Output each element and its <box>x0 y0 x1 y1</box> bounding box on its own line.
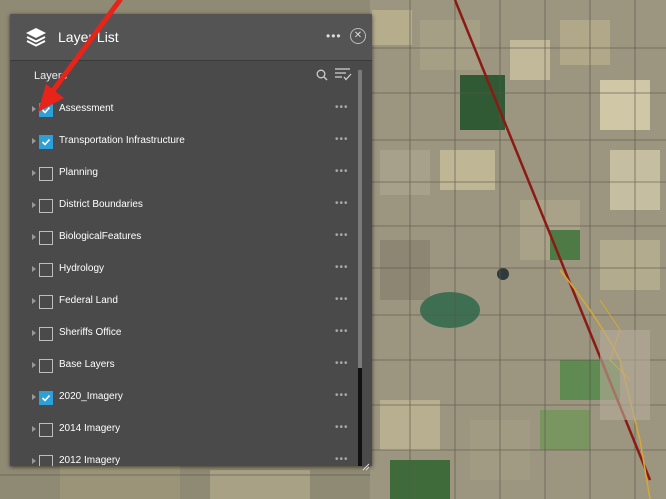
layer-options-button[interactable]: ••• <box>335 198 349 209</box>
layer-label: BiologicalFeatures <box>59 231 142 242</box>
caret-right-icon[interactable] <box>32 394 36 400</box>
layer-row[interactable]: Planning ••• <box>10 158 360 190</box>
layer-row[interactable]: District Boundaries ••• <box>10 190 360 222</box>
layer-label: Sheriffs Office <box>59 327 122 338</box>
layer-visibility-checkbox[interactable] <box>39 327 53 341</box>
close-button[interactable]: ✕ <box>350 28 366 44</box>
layer-row[interactable]: Transportation Infrastructure ••• <box>10 126 360 158</box>
layer-visibility-checkbox[interactable] <box>39 423 53 437</box>
layer-options-button[interactable]: ••• <box>335 166 349 177</box>
caret-right-icon[interactable] <box>32 266 36 272</box>
layer-label: District Boundaries <box>59 199 143 210</box>
checkmark-icon <box>41 106 51 114</box>
caret-right-icon[interactable] <box>32 362 36 368</box>
caret-right-icon[interactable] <box>32 106 36 112</box>
layer-options-button[interactable]: ••• <box>335 102 349 113</box>
layer-visibility-checkbox[interactable] <box>39 263 53 277</box>
layer-visibility-checkbox[interactable] <box>39 359 53 373</box>
panel-title: Layer List <box>58 29 119 45</box>
layer-visibility-checkbox[interactable] <box>39 231 53 245</box>
layer-visibility-checkbox[interactable] <box>39 103 53 117</box>
layer-options-button[interactable]: ••• <box>335 422 349 433</box>
layer-label: Transportation Infrastructure <box>59 135 185 146</box>
layer-options-button[interactable]: ••• <box>335 134 349 145</box>
layer-label: Assessment <box>59 103 114 114</box>
caret-right-icon[interactable] <box>32 330 36 336</box>
filter-list-icon[interactable] <box>334 67 352 81</box>
layer-label: Federal Land <box>59 295 118 306</box>
caret-right-icon[interactable] <box>32 298 36 304</box>
layer-options-button[interactable]: ••• <box>335 326 349 337</box>
layer-options-button[interactable]: ••• <box>335 358 349 369</box>
layer-visibility-checkbox[interactable] <box>39 135 53 149</box>
caret-right-icon[interactable] <box>32 458 36 464</box>
layer-options-button[interactable]: ••• <box>335 390 349 401</box>
layer-label: Base Layers <box>59 359 115 370</box>
checkmark-icon <box>41 138 51 146</box>
layer-label: Hydrology <box>59 263 105 274</box>
layer-visibility-checkbox[interactable] <box>39 391 53 405</box>
layer-list: Assessment ••• Transportation Infrastructu… <box>10 94 360 466</box>
layer-options-button[interactable]: ••• <box>335 454 349 465</box>
layer-options-button[interactable]: ••• <box>335 294 349 305</box>
layer-visibility-checkbox[interactable] <box>39 455 53 466</box>
layer-row[interactable]: 2020_Imagery ••• <box>10 382 360 414</box>
layer-row[interactable]: 2012 Imagery ••• <box>10 446 360 466</box>
layer-row[interactable]: BiologicalFeatures ••• <box>10 222 360 254</box>
layer-row[interactable]: Sheriffs Office ••• <box>10 318 360 350</box>
layer-row[interactable]: Hydrology ••• <box>10 254 360 286</box>
more-options-button[interactable]: ••• <box>326 29 342 43</box>
checkmark-icon <box>41 394 51 402</box>
layer-row[interactable]: 2014 Imagery ••• <box>10 414 360 446</box>
scrollbar[interactable] <box>358 70 362 466</box>
layers-heading: Layers <box>34 70 68 82</box>
layer-label: Planning <box>59 167 98 178</box>
caret-right-icon[interactable] <box>32 202 36 208</box>
layer-options-button[interactable]: ••• <box>335 230 349 241</box>
caret-right-icon[interactable] <box>32 234 36 240</box>
scrollbar-thumb[interactable] <box>358 368 362 466</box>
panel-header[interactable]: Layer List ••• ✕ <box>10 14 372 61</box>
resize-handle-icon[interactable] <box>362 458 370 471</box>
layer-label: 2014 Imagery <box>59 423 121 434</box>
layer-visibility-checkbox[interactable] <box>39 167 53 181</box>
layer-label: 2012 Imagery <box>59 455 121 466</box>
caret-right-icon[interactable] <box>32 138 36 144</box>
layer-row[interactable]: Federal Land ••• <box>10 286 360 318</box>
caret-right-icon[interactable] <box>32 170 36 176</box>
layer-list-panel: Layer List ••• ✕ Layers Assessment ••• Tra… <box>10 14 372 466</box>
layer-label: 2020_Imagery <box>59 391 123 402</box>
search-icon[interactable] <box>316 68 328 81</box>
layer-row[interactable]: Assessment ••• <box>10 94 360 126</box>
layer-options-button[interactable]: ••• <box>335 262 349 273</box>
layer-row[interactable]: Base Layers ••• <box>10 350 360 382</box>
caret-right-icon[interactable] <box>32 426 36 432</box>
layers-toolbar: Layers <box>10 61 372 87</box>
layer-visibility-checkbox[interactable] <box>39 199 53 213</box>
layer-visibility-checkbox[interactable] <box>39 295 53 309</box>
layer-stack-icon <box>24 25 48 49</box>
